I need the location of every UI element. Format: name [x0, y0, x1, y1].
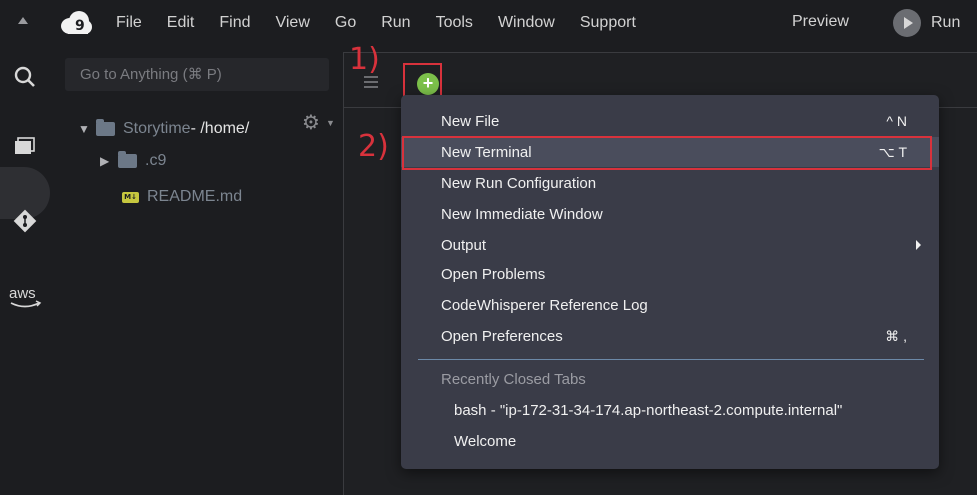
folder-icon — [118, 151, 137, 168]
collapse-up-icon[interactable] — [17, 16, 29, 26]
menu-support[interactable]: Support — [580, 14, 636, 32]
chevron-right-icon[interactable]: ▶ — [100, 154, 118, 168]
annotation-box-new-terminal — [402, 136, 932, 170]
menu-item-new-run-configuration[interactable]: New Run Configuration — [401, 168, 939, 198]
recent-tab-welcome[interactable]: Welcome — [454, 433, 516, 450]
svg-text:9: 9 — [75, 18, 85, 34]
menu-item-open-preferences[interactable]: Open Preferences ⌘ , — [401, 321, 939, 351]
cloud9-logo-icon[interactable]: 9 — [60, 10, 92, 36]
recently-closed-header: Recently Closed Tabs — [441, 371, 586, 388]
ide-window: 9 File Edit Find View Go Run Tools Windo… — [0, 0, 977, 495]
go-to-anything-input[interactable]: Go to Anything (⌘ P) — [65, 58, 329, 91]
menu-go[interactable]: Go — [335, 14, 356, 32]
menu-item-new-file[interactable]: New File ^ N — [401, 106, 939, 136]
menu-item-label: New Run Configuration — [441, 174, 597, 192]
annotation-step-1: 1) — [349, 42, 380, 77]
menu-bar: 9 File Edit Find View Go Run Tools Windo… — [0, 0, 977, 46]
aws-label: aws — [9, 285, 36, 302]
file-tree-panel: Go to Anything (⌘ P) ⚙ ▼ ▼ Storytime - /… — [50, 46, 344, 495]
search-activity[interactable] — [0, 66, 50, 88]
tree-item-project[interactable]: ▼ Storytime - /home/ — [78, 119, 250, 138]
search-icon — [14, 66, 35, 87]
menu-item-label: New Immediate Window — [441, 205, 603, 223]
menu-view[interactable]: View — [275, 14, 309, 32]
menu-item-label: Open Problems — [441, 265, 546, 283]
menu-item-label: CodeWhisperer Reference Log — [441, 296, 648, 314]
menu-find[interactable]: Find — [219, 14, 250, 32]
menu-item-shortcut: ⌘ , — [885, 327, 907, 344]
menu-window[interactable]: Window — [498, 14, 555, 32]
menu-edit[interactable]: Edit — [167, 14, 195, 32]
menu-item-codewhisperer-reference-log[interactable]: CodeWhisperer Reference Log — [401, 290, 939, 320]
gear-caret-icon[interactable]: ▼ — [326, 118, 335, 128]
tree-item-c9[interactable]: ▶ .c9 — [100, 151, 167, 170]
preview-button[interactable]: Preview — [792, 13, 849, 31]
recent-tab-bash[interactable]: bash - "ip-172-31-34-174.ap-northeast-2.… — [454, 402, 842, 419]
menu-run[interactable]: Run — [381, 14, 410, 32]
run-label: Run — [931, 14, 961, 31]
tree-item-label: .c9 — [145, 152, 167, 169]
menu-item-label: Open Preferences — [441, 327, 563, 345]
menu-file[interactable]: File — [116, 14, 142, 32]
menu-item-shortcut: ^ N — [886, 113, 907, 129]
markdown-file-icon: M↓ — [122, 191, 139, 203]
gear-icon[interactable]: ⚙ — [302, 110, 320, 135]
run-button[interactable]: Run — [893, 9, 960, 37]
files-icon — [15, 137, 35, 154]
menu-item-open-problems[interactable]: Open Problems — [401, 259, 939, 289]
aws-icon: aws — [9, 285, 42, 308]
menu-item-output[interactable]: Output — [401, 230, 939, 260]
tab-menu-icon[interactable] — [364, 76, 378, 91]
aws-activity[interactable]: aws — [0, 284, 50, 312]
tree-item-readme[interactable]: M↓ README.md — [122, 188, 242, 206]
menu-items: File Edit Find View Go Run Tools Window … — [116, 0, 661, 46]
menu-item-label: Output — [441, 236, 487, 254]
play-icon — [893, 9, 921, 37]
folder-icon — [96, 119, 115, 136]
chevron-down-icon[interactable]: ▼ — [78, 122, 96, 136]
git-icon — [13, 209, 37, 233]
activity-bar: aws — [0, 46, 50, 495]
git-activity[interactable] — [0, 208, 50, 234]
menu-tools[interactable]: Tools — [436, 14, 473, 32]
project-name: Storytime — [123, 120, 191, 137]
files-activity[interactable] — [0, 137, 50, 157]
submenu-arrow-icon — [916, 240, 921, 250]
annotation-step-2: 2) — [358, 129, 389, 164]
menu-item-new-immediate-window[interactable]: New Immediate Window — [401, 199, 939, 229]
project-path: - /home/ — [190, 120, 250, 137]
menu-item-label: New File — [441, 112, 500, 130]
tree-item-label: README.md — [147, 188, 243, 205]
menu-separator — [418, 359, 924, 360]
